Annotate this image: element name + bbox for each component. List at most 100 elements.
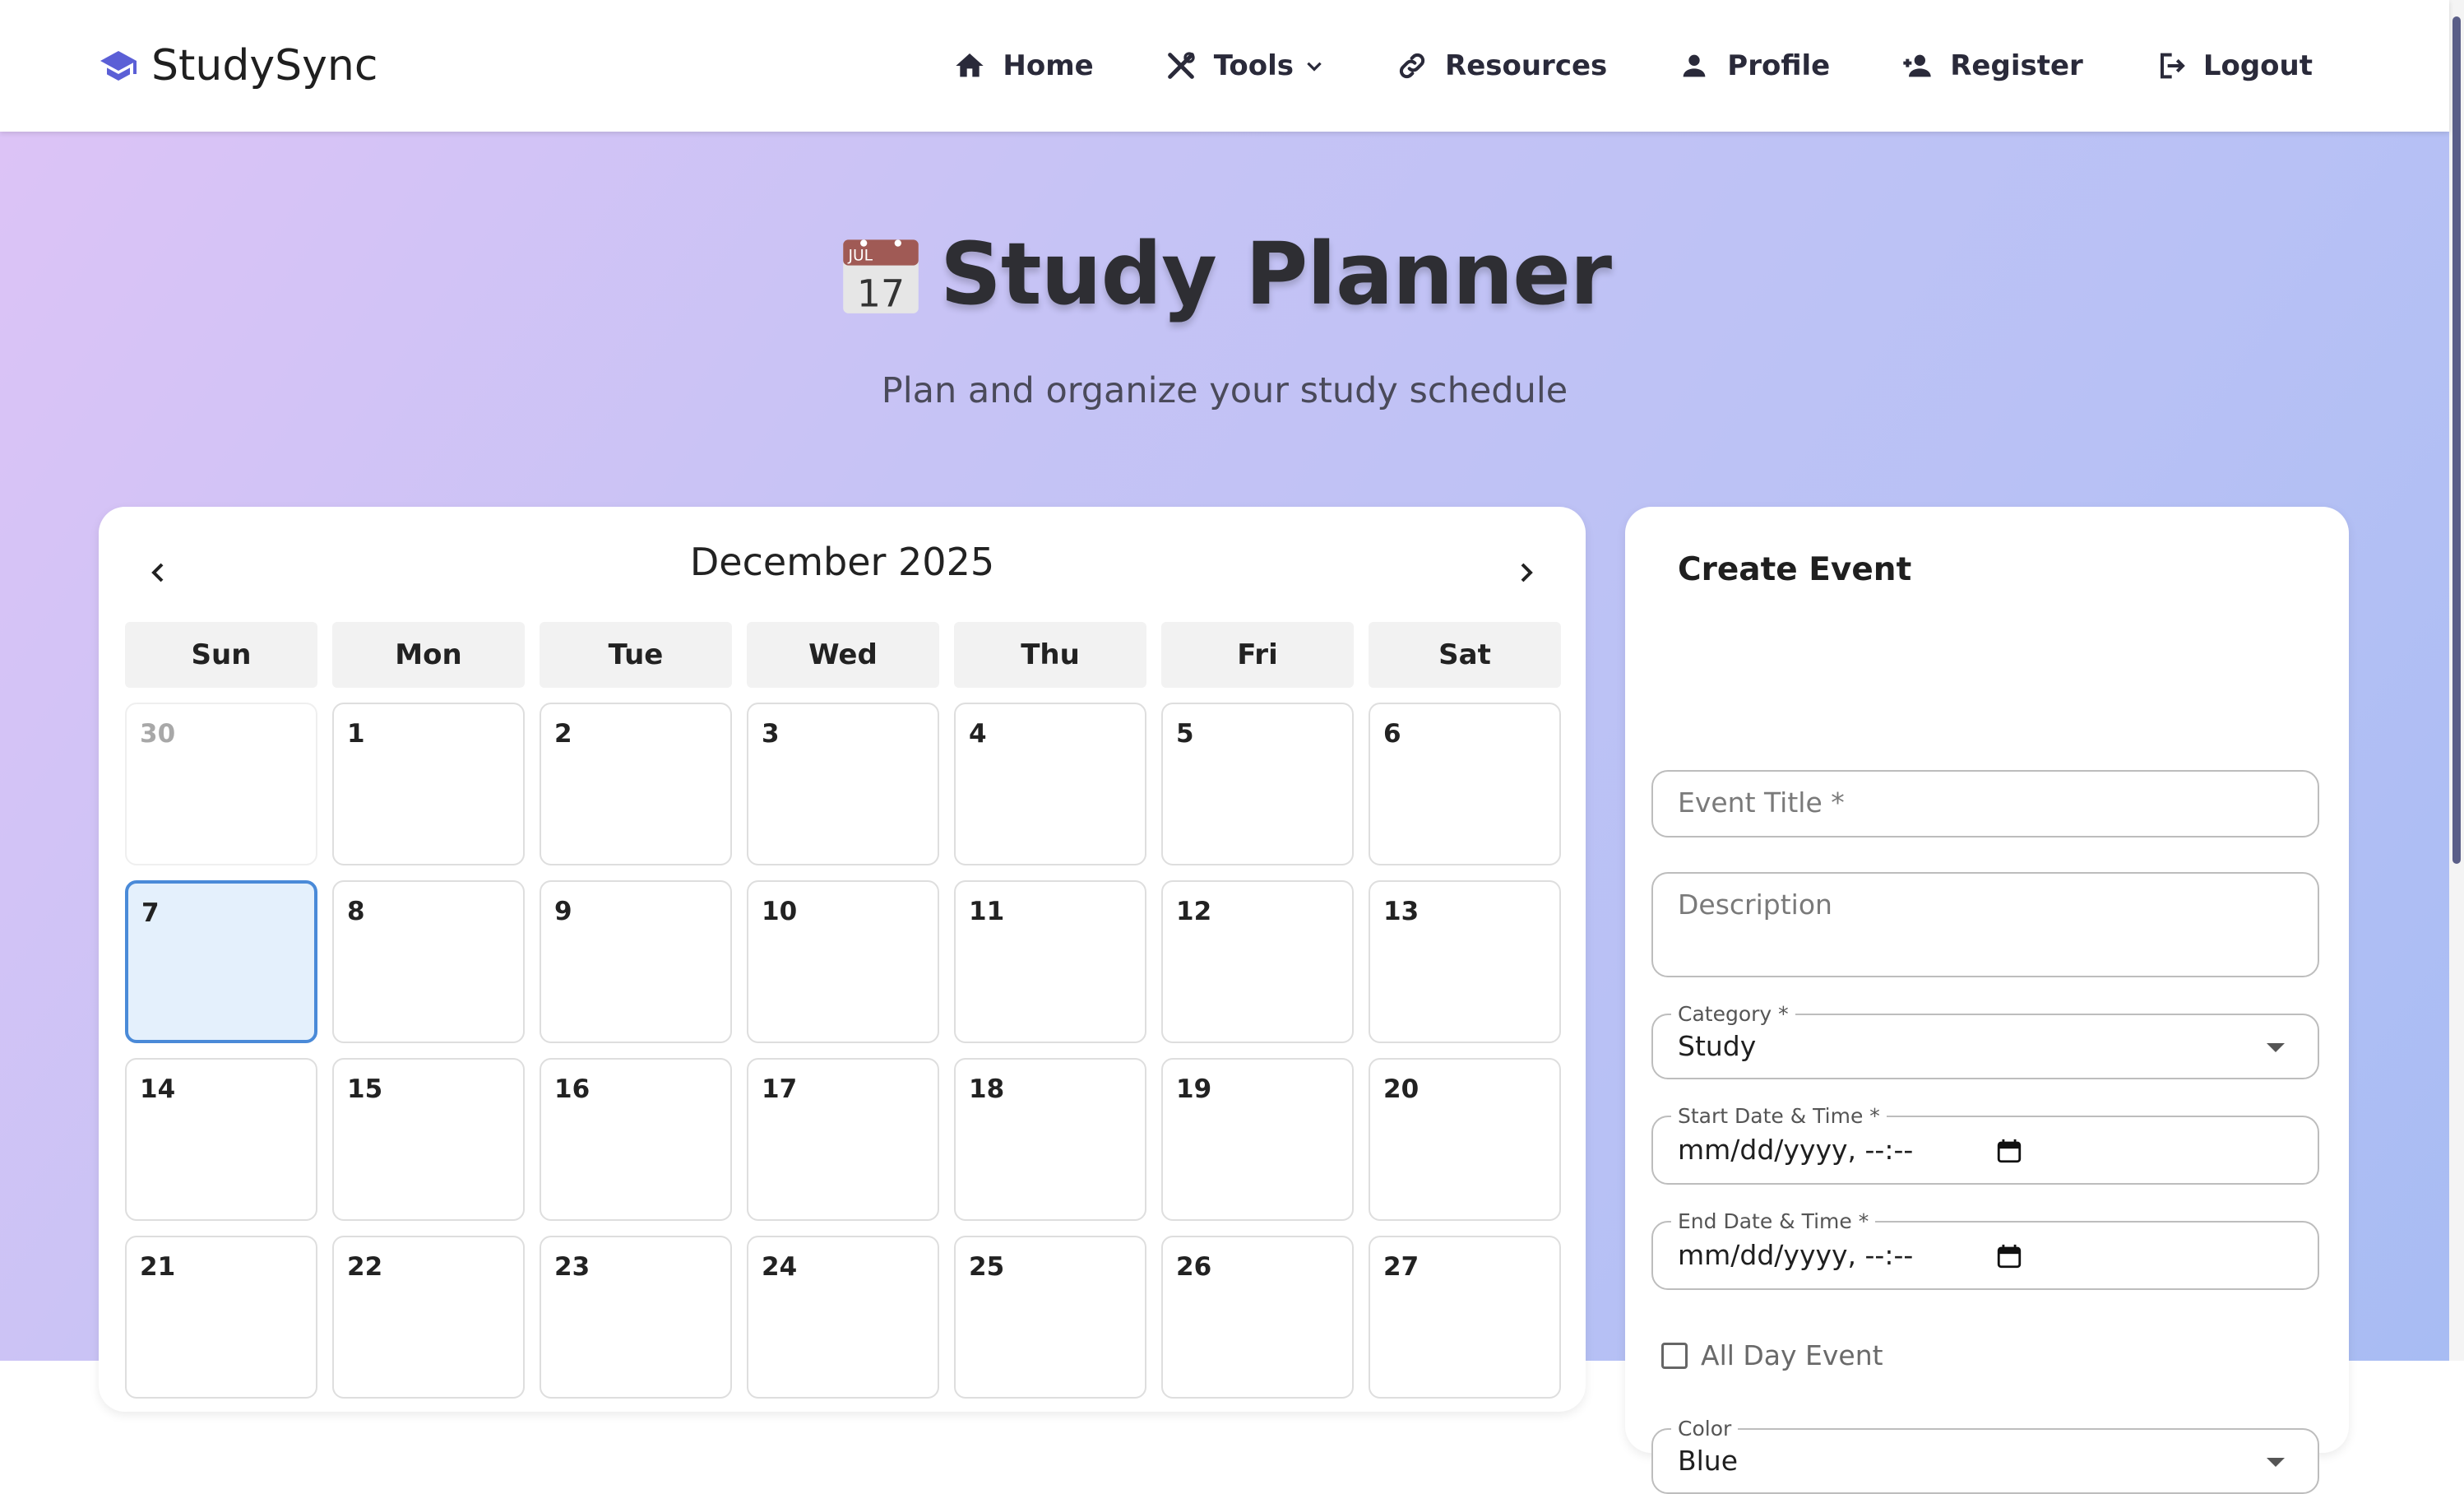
calendar-day-cell[interactable]: 26 xyxy=(1161,1236,1354,1399)
nav-item-resources[interactable]: Resources xyxy=(1396,49,1607,82)
all-day-checkbox[interactable] xyxy=(1661,1342,1688,1369)
calendar-day-cell[interactable]: 7 xyxy=(125,880,317,1043)
brand-name: StudySync xyxy=(151,41,378,90)
nav-item-label: Home xyxy=(1003,49,1094,82)
calendar-day-cell[interactable]: 15 xyxy=(332,1058,525,1221)
calendar-day-number: 30 xyxy=(140,719,176,749)
form-title: Create Event xyxy=(1678,551,1912,588)
top-navbar: StudySync Home Tools Resources Profile R… xyxy=(0,0,2449,132)
calendar-day-cell[interactable]: 21 xyxy=(125,1236,317,1399)
description-placeholder: Description xyxy=(1678,889,1832,921)
description-input[interactable]: Description xyxy=(1651,872,2319,977)
calendar-day-number: 22 xyxy=(347,1252,383,1282)
page-scrollbar[interactable] xyxy=(2449,0,2464,1361)
calendar-day-cell[interactable]: 5 xyxy=(1161,703,1354,865)
calendar-icon[interactable] xyxy=(1995,1242,2023,1270)
event-title-placeholder: Event Title * xyxy=(1678,786,1845,819)
calendar-day-cell[interactable]: 18 xyxy=(954,1058,1146,1221)
calendar-day-cell[interactable]: 30 xyxy=(125,703,317,865)
calendar-day-cell[interactable]: 3 xyxy=(747,703,939,865)
end-datetime-input[interactable]: End Date & Time * mm/dd/yyyy, --:-- xyxy=(1651,1209,2319,1290)
nav-item-register[interactable]: Register xyxy=(1901,49,2083,82)
month-label: December 2025 xyxy=(689,540,995,584)
weekday-mon: Mon xyxy=(332,622,525,688)
calendar-day-cell[interactable]: 16 xyxy=(540,1058,732,1221)
calendar-day-cell[interactable]: 23 xyxy=(540,1236,732,1399)
main-content: JUL 17 Study Planner Plan and organize y… xyxy=(0,132,2449,1494)
calendar-day-number: 8 xyxy=(347,897,365,926)
user-plus-icon xyxy=(1903,54,1931,77)
chevron-down-icon xyxy=(1307,62,1322,72)
calendar-day-number: 19 xyxy=(1176,1074,1212,1104)
start-datetime-value: mm/dd/yyyy, --:-- xyxy=(1678,1134,1914,1166)
calendar-day-cell[interactable]: 11 xyxy=(954,880,1146,1043)
weekday-wed: Wed xyxy=(747,622,939,688)
calendar-day-number: 10 xyxy=(762,897,798,926)
calendar-day-cell[interactable]: 12 xyxy=(1161,880,1354,1043)
calendar-day-number: 20 xyxy=(1383,1074,1420,1104)
event-title-input[interactable]: Event Title * xyxy=(1651,770,2319,837)
nav-links: Home Tools Resources Profile Register Lo… xyxy=(953,36,2313,95)
calendar-icon[interactable] xyxy=(1995,1137,2023,1165)
calendar-day-cell[interactable]: 24 xyxy=(747,1236,939,1399)
category-select[interactable]: Category * Study xyxy=(1651,1002,2319,1079)
calendar-day-grid: 30 1 2 3 4 5 6 7 8 9 10 11 12 13 14 15 16 17 18 19 20 21 22 23 2… xyxy=(125,703,1561,1399)
nav-item-profile[interactable]: Profile xyxy=(1678,49,1830,82)
calendar-day-cell[interactable]: 9 xyxy=(540,880,732,1043)
start-datetime-input[interactable]: Start Date & Time * mm/dd/yyyy, --:-- xyxy=(1651,1104,2319,1185)
calendar-day-cell[interactable]: 22 xyxy=(332,1236,525,1399)
chevron-right-icon[interactable] xyxy=(1510,556,1543,589)
calendar-day-number: 6 xyxy=(1383,719,1401,749)
calendar-day-number: 2 xyxy=(554,719,572,749)
nav-item-home[interactable]: Home xyxy=(953,49,1094,82)
calendar-day-cell[interactable]: 2 xyxy=(540,703,732,865)
calendar-day-number: 7 xyxy=(141,898,160,928)
calendar-day-cell[interactable]: 20 xyxy=(1369,1058,1561,1221)
color-select[interactable]: Color Blue xyxy=(1651,1417,2319,1494)
calendar-day-cell[interactable]: 6 xyxy=(1369,703,1561,865)
scrollbar-thumb[interactable] xyxy=(2452,16,2461,864)
end-datetime-label: End Date & Time * xyxy=(1671,1209,1876,1233)
create-event-card: Create Event Event Title * Description C… xyxy=(1625,507,2349,1494)
calendar-day-number: 25 xyxy=(969,1252,1005,1282)
calendar-day-cell[interactable]: 27 xyxy=(1369,1236,1561,1399)
calendar-day-cell[interactable]: 4 xyxy=(954,703,1146,865)
svg-text:17: 17 xyxy=(857,272,905,316)
dropdown-arrow-icon xyxy=(2267,1043,2285,1052)
end-datetime-value: mm/dd/yyyy, --:-- xyxy=(1678,1239,1914,1271)
calendar-day-cell[interactable]: 8 xyxy=(332,880,525,1043)
svg-text:JUL: JUL xyxy=(847,247,873,264)
weekday-header-row: Sun Mon Tue Wed Thu Fri Sat xyxy=(125,622,1561,688)
calendar-emoji-icon: JUL 17 xyxy=(843,239,919,316)
calendar-day-number: 23 xyxy=(554,1252,591,1282)
nav-item-label: Profile xyxy=(1727,49,1831,82)
calendar-day-cell[interactable]: 19 xyxy=(1161,1058,1354,1221)
calendar-day-cell[interactable]: 1 xyxy=(332,703,525,865)
page-header: JUL 17 Study Planner xyxy=(0,224,2449,324)
nav-item-label: Tools xyxy=(1213,49,1295,82)
all-day-checkbox-row[interactable]: All Day Event xyxy=(1661,1339,1883,1371)
calendar-day-number: 9 xyxy=(554,897,572,926)
calendar-day-number: 17 xyxy=(762,1074,798,1104)
calendar-day-number: 27 xyxy=(1383,1252,1420,1282)
calendar-day-number: 12 xyxy=(1176,897,1212,926)
weekday-tue: Tue xyxy=(540,622,732,688)
calendar-day-cell[interactable]: 25 xyxy=(954,1236,1146,1399)
calendar-day-number: 15 xyxy=(347,1074,383,1104)
nav-item-label: Register xyxy=(1950,49,2083,82)
nav-item-logout[interactable]: Logout xyxy=(2154,49,2313,82)
brand-link[interactable]: StudySync xyxy=(99,36,377,95)
calendar-card: December 2025 Sun Mon Tue Wed Thu Fri Sa… xyxy=(99,507,1586,1412)
calendar-day-cell[interactable]: 10 xyxy=(747,880,939,1043)
calendar-day-number: 18 xyxy=(969,1074,1005,1104)
start-datetime-label: Start Date & Time * xyxy=(1671,1104,1887,1128)
calendar-day-cell[interactable]: 14 xyxy=(125,1058,317,1221)
nav-item-tools[interactable]: Tools xyxy=(1165,49,1325,82)
weekday-fri: Fri xyxy=(1161,622,1354,688)
calendar-day-cell[interactable]: 17 xyxy=(747,1058,939,1221)
calendar-day-cell[interactable]: 13 xyxy=(1369,880,1561,1043)
all-day-label: All Day Event xyxy=(1701,1339,1883,1371)
calendar-day-number: 14 xyxy=(140,1074,176,1104)
link-icon xyxy=(1399,53,1425,79)
home-icon xyxy=(956,53,984,77)
